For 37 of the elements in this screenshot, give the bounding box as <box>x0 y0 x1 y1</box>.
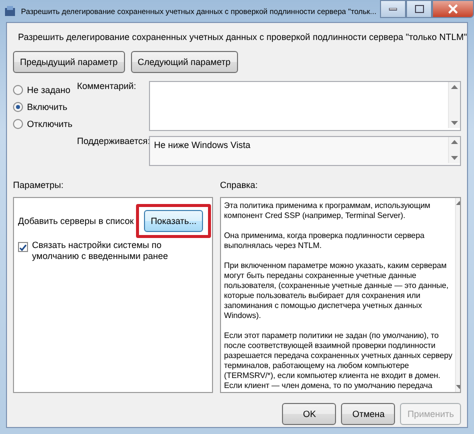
close-icon <box>448 4 458 14</box>
radio-label[interactable]: Включить <box>27 102 68 112</box>
policy-title: Разрешить делегирование сохраненных учетных данных с проверкой подлинности сервера "только NTLM" <box>18 32 467 42</box>
radio-button[interactable] <box>13 119 23 129</box>
previous-button[interactable]: Предыдущий параметр <box>13 51 125 73</box>
scroll-down-icon[interactable] <box>451 121 458 125</box>
servers-label: Добавить серверы в список <box>18 216 134 226</box>
radio-button[interactable] <box>13 85 23 95</box>
minimize-icon <box>389 8 397 10</box>
app-icon <box>4 5 16 17</box>
show-button[interactable]: Показать... <box>144 210 204 232</box>
radio-button[interactable] <box>13 102 23 112</box>
supported-label: Поддерживается: <box>77 136 149 148</box>
maximize-icon <box>414 5 424 13</box>
close-button[interactable] <box>432 0 474 18</box>
help-paragraph: Она применима, когда проверка подлинности сервера выполнялась через NTLM. <box>224 231 426 251</box>
checkbox-label: Связать настройки системы по умолчанию с введенными ранее <box>32 240 170 262</box>
parameters-label: Параметры: <box>13 180 64 190</box>
scroll-up-icon[interactable] <box>451 85 458 89</box>
radio-label[interactable]: Не задано <box>27 85 70 95</box>
check-icon <box>19 244 27 250</box>
supported-value: Не ниже Windows Vista <box>153 139 252 152</box>
checked-checkbox[interactable] <box>18 242 28 252</box>
comment-field[interactable] <box>149 81 461 131</box>
ok-button[interactable]: OK <box>282 403 336 425</box>
scroll-down-icon[interactable] <box>451 156 458 160</box>
next-button[interactable]: Следующий параметр <box>130 51 238 73</box>
radio-label[interactable]: Отключить <box>27 119 72 129</box>
cancel-button[interactable]: Отмена <box>341 403 396 425</box>
help-paragraph: При включенном параметре можно указать, каким серверам могут быть переданы сохраненные учетные данные пользователя, (сохраненные учетные данные — это данные, которые пользователь выбирает для сохранения или запоминания с помощью диспетчера учетных данных Windows). <box>224 261 450 321</box>
maximize-button[interactable] <box>406 0 432 18</box>
help-paragraph: Если этот параметр политики не задан (по умолчанию), то после соответствующей взаимной проверки подлинности разрешается передача сохраненных учетных данных серверу терминалов, работающему на любом компьютере (TERMSRV/*), если компьютер клиента не входит в домен. Если клиент — член домена, то по умолчанию передача <box>224 331 452 391</box>
minimize-button[interactable] <box>380 0 406 18</box>
help-label: Справка: <box>220 180 258 190</box>
scroll-up-icon[interactable] <box>451 140 458 144</box>
comment-label: Комментарий: <box>77 81 138 93</box>
help-paragraph: Эта политика применима к программам, использующим компонент Cred SSP (например, Terminal Server). <box>224 201 432 221</box>
